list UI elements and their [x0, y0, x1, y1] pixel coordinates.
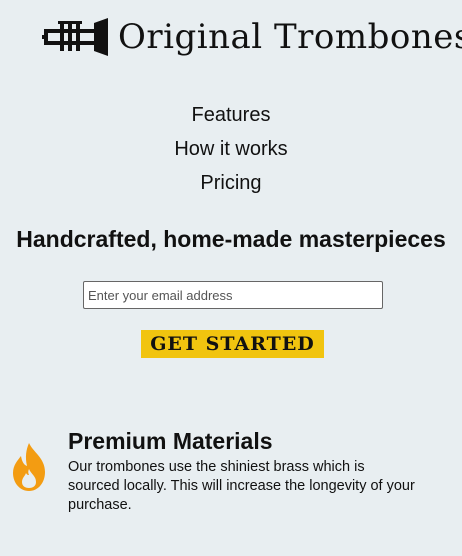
email-input[interactable] — [83, 281, 383, 309]
trombone-logo-icon — [42, 18, 108, 56]
header-brand: Original Trombones — [42, 12, 462, 62]
nav-link-how-it-works[interactable]: How it works — [0, 132, 462, 166]
feature-title: Premium Materials — [68, 428, 273, 454]
nav-link-pricing[interactable]: Pricing — [0, 166, 462, 200]
brand-name: Original Trombones — [118, 17, 462, 57]
get-started-button[interactable]: GET STARTED — [141, 330, 324, 358]
main-nav: Features How it works Pricing — [0, 98, 462, 200]
hero-title: Handcrafted, home-made masterpieces — [16, 226, 446, 252]
feature-description: Our trombones use the shiniest brass whi… — [68, 459, 415, 513]
nav-link-features[interactable]: Features — [0, 98, 462, 132]
page: Original Trombones Features How it works… — [0, 0, 462, 556]
fire-icon — [13, 443, 45, 491]
